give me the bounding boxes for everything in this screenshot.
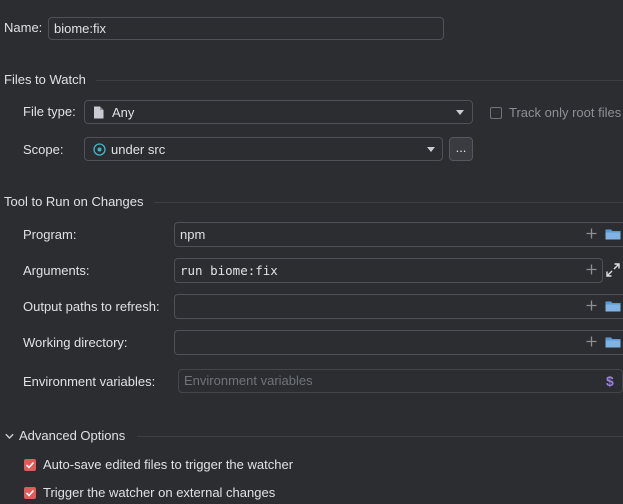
program-value: npm — [180, 227, 206, 242]
advanced-options-separator — [137, 436, 623, 437]
arguments-input[interactable]: run biome:fix — [174, 258, 603, 283]
scope-target-icon — [93, 143, 106, 156]
program-browse-folder-icon[interactable] — [605, 228, 621, 240]
scope-dropdown-icon[interactable] — [427, 147, 435, 152]
output-paths-folder-icon[interactable] — [605, 300, 621, 312]
program-input[interactable]: npm — [174, 222, 623, 247]
auto-save-label: Auto-save edited files to trigger the wa… — [43, 457, 294, 472]
advanced-chevron-down-icon[interactable] — [5, 433, 14, 440]
track-root-label: Track only root files — [509, 105, 622, 120]
file-type-combo[interactable]: Any — [84, 100, 473, 124]
file-type-label: File type: — [23, 104, 76, 119]
files-to-watch-separator — [96, 80, 623, 81]
program-add-icon[interactable] — [586, 228, 597, 239]
arguments-add-icon[interactable] — [586, 264, 597, 275]
name-input[interactable]: biome:fix — [48, 17, 444, 40]
output-paths-input[interactable] — [174, 294, 623, 319]
arguments-value: run biome:fix — [180, 263, 278, 278]
auto-save-checkbox[interactable] — [24, 459, 36, 471]
working-dir-input[interactable] — [174, 330, 623, 355]
tool-section-separator — [154, 202, 623, 203]
scope-browse-label: ... — [455, 140, 467, 155]
file-type-value: Any — [112, 105, 135, 120]
checkmark-icon — [25, 489, 35, 497]
working-dir-label: Working directory: — [23, 335, 128, 350]
program-label: Program: — [23, 227, 77, 242]
external-changes-label: Trigger the watcher on external changes — [43, 485, 276, 500]
working-dir-add-icon[interactable] — [586, 336, 597, 347]
env-vars-input[interactable]: Environment variables $ — [178, 369, 623, 393]
output-paths-add-icon[interactable] — [586, 300, 597, 311]
env-vars-label: Environment variables: — [23, 374, 156, 389]
output-paths-label: Output paths to refresh: — [23, 299, 160, 314]
track-root-checkbox[interactable] — [490, 107, 502, 119]
external-changes-checkbox[interactable] — [24, 487, 36, 499]
scope-browse-button[interactable]: ... — [449, 137, 473, 161]
arguments-expand-icon[interactable] — [606, 263, 620, 277]
file-type-dropdown-icon[interactable] — [456, 110, 464, 115]
files-to-watch-title: Files to Watch — [4, 72, 86, 87]
file-icon — [94, 106, 104, 119]
name-input-value: biome:fix — [54, 21, 107, 36]
env-vars-edit-icon[interactable]: $ — [606, 372, 614, 390]
tool-section-title: Tool to Run on Changes — [4, 194, 144, 209]
env-vars-placeholder: Environment variables — [184, 373, 313, 388]
checkmark-icon — [25, 461, 35, 469]
advanced-options-title[interactable]: Advanced Options — [19, 428, 125, 444]
scope-value: under src — [111, 142, 166, 157]
working-dir-folder-icon[interactable] — [605, 336, 621, 348]
name-label: Name: — [4, 20, 43, 35]
scope-label: Scope: — [23, 142, 64, 157]
arguments-label: Arguments: — [23, 263, 90, 278]
scope-combo[interactable]: under src — [84, 137, 443, 161]
